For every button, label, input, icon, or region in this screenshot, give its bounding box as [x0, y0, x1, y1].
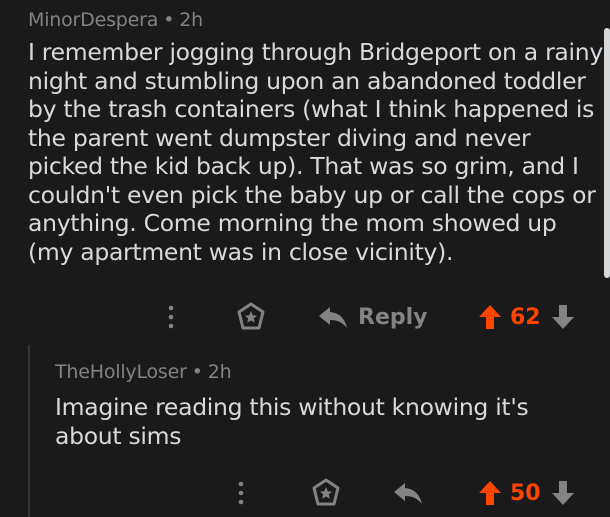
award-button[interactable] — [309, 473, 343, 513]
comment: MinorDespera • 2h I remember jogging throu… — [0, 0, 610, 345]
comment-body: Imagine reading this without knowing it'… — [55, 393, 529, 450]
comment-age: 2h — [179, 9, 203, 31]
reply-arrow-icon — [394, 483, 422, 504]
vote-controls: 62 — [478, 297, 575, 337]
upvote-arrow-icon[interactable] — [478, 304, 502, 330]
meta-separator: • — [191, 361, 203, 383]
more-vertical-icon — [238, 481, 244, 505]
downvote-arrow-icon[interactable] — [551, 304, 575, 330]
author-name[interactable]: TheHollyLoser — [55, 361, 187, 383]
vote-controls: 50 — [478, 473, 575, 513]
reply-button[interactable] — [393, 473, 433, 513]
downvote-arrow-icon[interactable] — [551, 480, 575, 506]
comment-age: 2h — [207, 361, 232, 383]
reply-button[interactable]: Reply — [318, 297, 428, 337]
comment-meta: MinorDespera • 2h — [28, 9, 203, 31]
comment-body: I remember jogging through Bridgeport on… — [28, 38, 603, 266]
award-icon — [237, 302, 265, 330]
award-button[interactable] — [234, 297, 268, 337]
award-icon — [312, 478, 340, 506]
vote-score: 50 — [510, 480, 541, 506]
reply-arrow-icon — [319, 307, 347, 328]
meta-separator: • — [163, 9, 175, 31]
scrollbar[interactable] — [604, 28, 610, 278]
more-options-button[interactable] — [232, 473, 250, 513]
upvote-arrow-icon[interactable] — [478, 480, 502, 506]
vote-score: 62 — [510, 304, 541, 330]
more-options-button[interactable] — [162, 297, 180, 337]
more-vertical-icon — [168, 305, 174, 329]
author-name[interactable]: MinorDespera — [28, 9, 158, 31]
reply-label: Reply — [358, 304, 428, 330]
comment-meta: TheHollyLoser • 2h — [55, 361, 232, 383]
nested-comment: TheHollyLoser • 2h Imagine reading this wi… — [0, 345, 610, 517]
comment-action-bar: Reply 62 — [0, 297, 610, 337]
comment-action-bar: 50 — [0, 473, 610, 513]
